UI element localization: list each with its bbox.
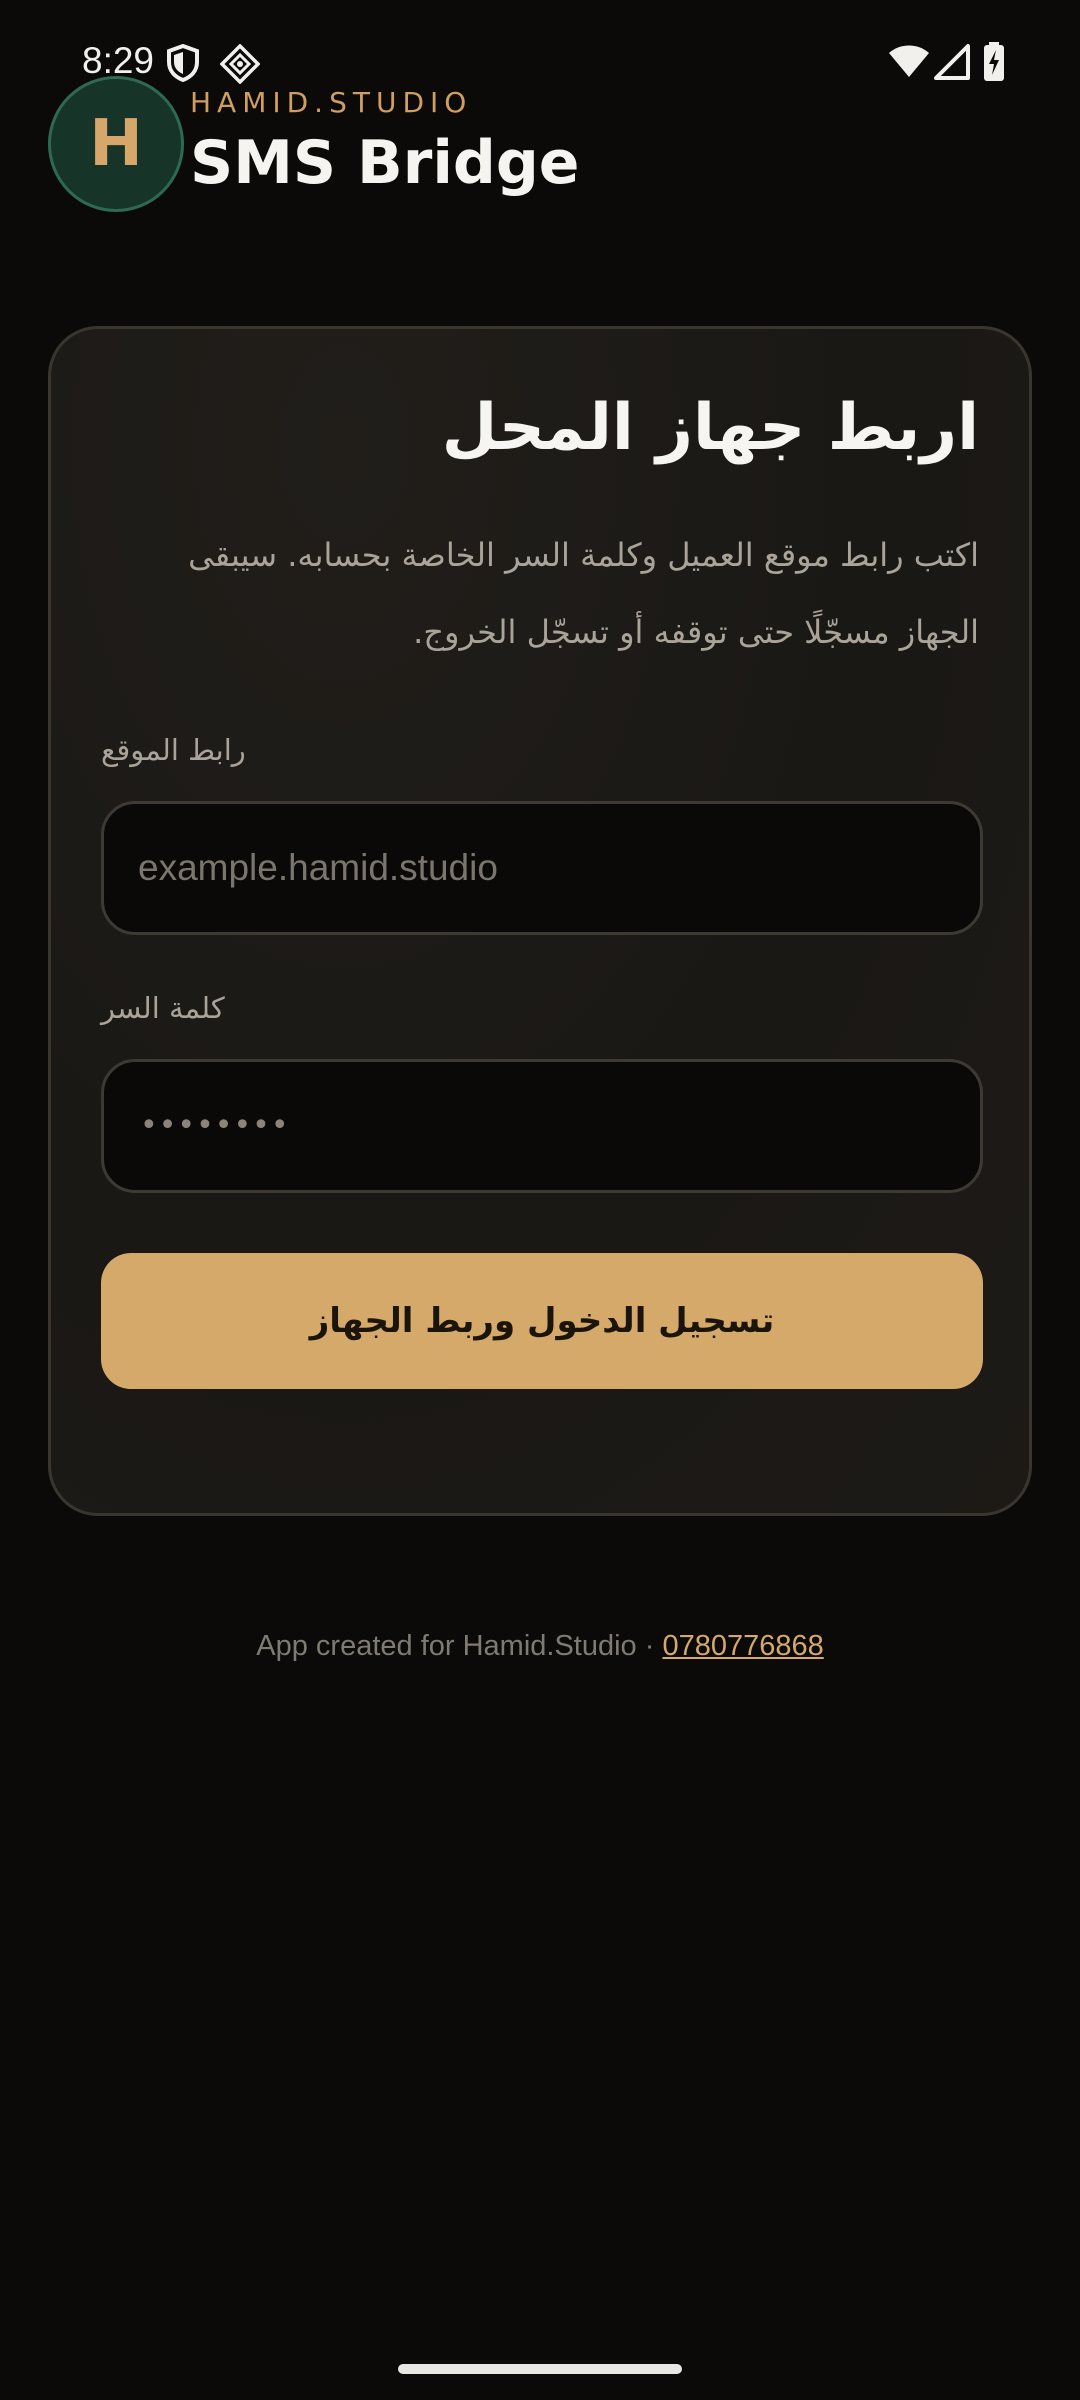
site-url-input[interactable] [138,804,938,932]
diamond-pattern-icon [220,44,260,84]
cell-signal-icon [934,44,970,80]
home-indicator[interactable] [398,2364,682,2374]
footer-credit-text: App created for Hamid.Studio · [256,1630,663,1662]
password-label: كلمة السر [101,991,225,1025]
wifi-icon [889,45,929,77]
battery-charging-icon [984,42,1004,81]
brand-caption: HAMID.STUDIO [190,86,473,119]
card-description: اكتب رابط موقع العميل وكلمة السر الخاصة … [188,536,979,651]
site-url-label: رابط الموقع [101,733,246,767]
shield-icon [167,44,199,82]
avatar: H [48,76,184,212]
app-title: SMS Bridge [190,128,580,198]
login-link-device-button[interactable]: تسجيل الدخول وربط الجهاز [101,1253,983,1389]
password-masked-value[interactable]: •••••••• [140,1062,290,1190]
footer-phone-link[interactable]: 0780776868 [662,1630,823,1662]
link-device-card: اربط جهاز المحل اكتب رابط موقع العميل وك… [48,326,1032,1516]
password-field[interactable]: •••••••• [101,1059,983,1193]
footer-credit: App created for Hamid.Studio · 078077686… [0,1630,1080,1663]
site-url-field[interactable] [101,801,983,935]
login-link-device-label: تسجيل الدخول وربط الجهاز [309,1301,775,1341]
card-title: اربط جهاز المحل [441,391,979,465]
avatar-letter: H [89,107,143,181]
screen: 8:29 H HAMID.STUDIO SMS Bridge اربط جهاز… [0,0,1080,2400]
